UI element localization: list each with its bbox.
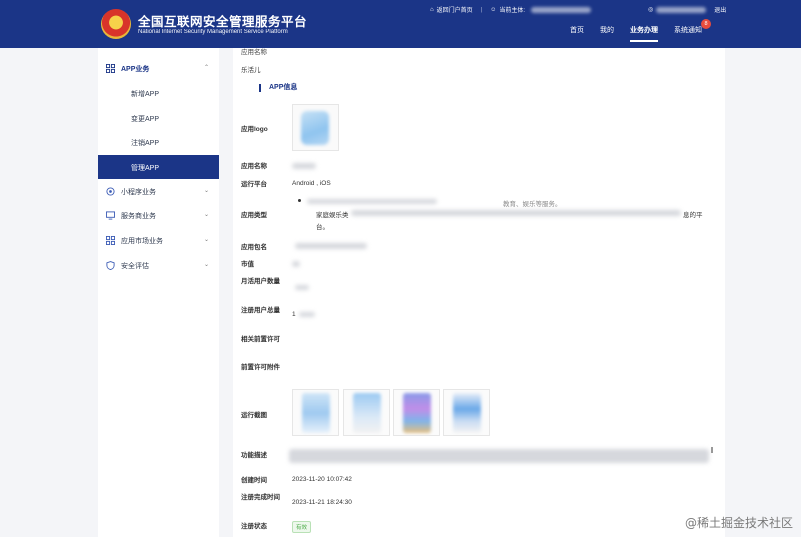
sidebar-group-mini-program[interactable]: 小程序业务 ⌄ — [98, 181, 219, 203]
logout-link[interactable]: 退出 — [714, 5, 726, 14]
label-registered-users: 注册用户总量 — [241, 307, 280, 314]
label-registration-status: 注册状态 — [241, 523, 267, 530]
registered-users-blurred — [299, 312, 315, 317]
created-time-value: 2023-11-20 10:07:42 — [292, 476, 352, 483]
grid-icon — [106, 236, 115, 245]
registration-done-time-value: 2023-11-21 18:24:30 — [292, 499, 352, 506]
grid-icon — [106, 64, 115, 73]
app-type-text-3: 台。 — [316, 224, 329, 231]
screenshot-thumbnail[interactable] — [292, 389, 339, 436]
label-app-logo: 应用logo — [241, 126, 268, 133]
app-name-top-label: 应用名称 — [241, 49, 267, 56]
label-package-name: 应用包名 — [241, 244, 267, 251]
home-icon: ⌂ — [430, 6, 434, 13]
registered-users-value: 1 — [292, 311, 296, 318]
main-nav: 首页 我的 业务办理 系统通知 8 — [570, 19, 718, 43]
label-mau: 月活用户数量 — [241, 278, 280, 285]
current-subject-value — [531, 6, 592, 13]
nav-home[interactable]: 首页 — [570, 25, 584, 43]
chevron-down-icon: ⌄ — [203, 188, 209, 194]
sidebar-group-label: 服务商业务 — [121, 213, 156, 220]
screenshot-thumbnail[interactable] — [393, 389, 440, 436]
app-type-desc-blurred — [351, 210, 681, 216]
label-app-name: 应用名称 — [241, 163, 267, 170]
app-logo-image[interactable] — [292, 104, 339, 151]
label-platform: 运行平台 — [241, 181, 267, 188]
chevron-down-icon: ⌄ — [203, 262, 209, 268]
portal-link[interactable]: 返回门户首页 — [437, 5, 473, 14]
sidebar-group-app[interactable]: APP业务 ⌃ — [98, 58, 219, 80]
nav-business[interactable]: 业务办理 — [630, 25, 658, 43]
nav-notifications[interactable]: 系统通知 8 — [674, 19, 711, 43]
app-name-top-value: 乐活儿 — [241, 67, 261, 74]
screenshot-thumbnail[interactable] — [343, 389, 390, 436]
sidebar-item-change-app[interactable]: 变更APP — [98, 106, 219, 130]
app-type-text-4: 息的平 — [683, 212, 703, 219]
app-type-text-2: 家庭娱乐类 — [316, 212, 349, 219]
section-title: APP信息 — [259, 84, 297, 92]
screenshot-thumbnail[interactable] — [443, 389, 490, 436]
platform-subtitle: National Internet Security Management Se… — [138, 29, 288, 35]
notification-badge: 8 — [701, 19, 711, 29]
description-blurred — [289, 449, 709, 463]
top-header: 全国互联网安全管理服务平台 National Internet Security… — [0, 0, 801, 48]
bullet-dot — [298, 199, 301, 202]
current-subject-label: 当前主体: — [499, 8, 526, 14]
label-market-value: 市值 — [241, 261, 254, 268]
label-pre-license-attachment: 前置许可附件 — [241, 364, 280, 371]
account-name — [656, 6, 707, 13]
nav-mine[interactable]: 我的 — [600, 25, 614, 43]
account-icon: ◎ — [648, 7, 654, 13]
package-name-value — [295, 243, 367, 249]
sidebar-group-label: 安全评估 — [121, 263, 149, 270]
mini-program-icon — [106, 187, 115, 196]
account-area: ◎ 退出 — [648, 5, 726, 14]
sidebar-group-security-assessment[interactable]: 安全评估 ⌄ — [98, 255, 219, 277]
national-emblem-logo — [101, 9, 131, 39]
platform-value: Android , iOS — [292, 180, 331, 187]
label-description: 功能描述 — [241, 452, 267, 459]
label-registration-done-time: 注册完成时间 — [241, 494, 280, 501]
chevron-up-icon: ⌃ — [203, 65, 209, 71]
monitor-icon — [106, 211, 115, 220]
description-scroll-indicator — [711, 447, 713, 453]
top-links: ⌂ 返回门户首页 | ☺ 当前主体: — [430, 5, 592, 14]
sidebar-group-label: 小程序业务 — [121, 189, 156, 196]
sidebar-group-label: 应用市场业务 — [121, 238, 163, 245]
label-app-type: 应用类型 — [241, 212, 267, 219]
app-name-value — [292, 163, 316, 169]
sidebar-item-new-app[interactable]: 新增APP — [98, 81, 219, 105]
sidebar-group-label: APP业务 — [121, 66, 150, 73]
mau-value — [295, 285, 309, 290]
market-value — [292, 261, 300, 267]
shield-icon — [106, 261, 115, 270]
sidebar-item-cancel-app[interactable]: 注销APP — [98, 130, 219, 154]
app-type-text-blurred — [307, 199, 437, 204]
nav-notifications-label: 系统通知 — [674, 27, 702, 34]
status-badge: 有效 — [292, 521, 312, 533]
platform-title: 全国互联网安全管理服务平台 — [138, 15, 308, 29]
watermark: @稀土掘金技术社区 — [684, 516, 793, 530]
label-pre-license: 相关前置许可 — [241, 336, 280, 343]
chevron-down-icon: ⌄ — [203, 212, 209, 218]
divider: | — [480, 6, 483, 13]
sidebar-item-manage-app[interactable]: 管理APP — [98, 155, 219, 179]
sidebar-group-app-market[interactable]: 应用市场业务 ⌄ — [98, 230, 219, 252]
user-icon: ☺ — [490, 6, 497, 13]
label-created-time: 创建时间 — [241, 477, 267, 484]
app-type-text-1: 教育、娱乐等服务。 — [503, 201, 562, 208]
chevron-down-icon: ⌄ — [203, 237, 209, 243]
sidebar: APP业务 ⌃ 新增APP 变更APP 注销APP 管理APP 小程序业务 ⌄ … — [98, 48, 219, 537]
sidebar-group-service-provider[interactable]: 服务商业务 ⌄ — [98, 205, 219, 227]
label-screenshots: 运行截图 — [241, 412, 267, 419]
app-detail-panel: 应用名称 乐活儿 APP信息 应用logo 应用名称 运行平台 Android … — [233, 48, 725, 537]
